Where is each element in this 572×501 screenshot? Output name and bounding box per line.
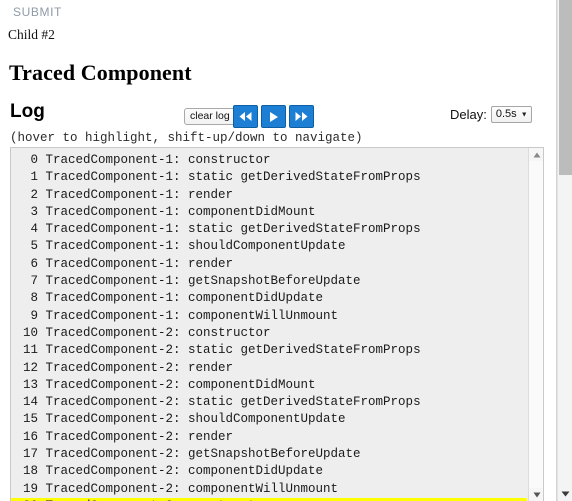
log-line[interactable]: 4 TracedComponent-1: static getDerivedSt…	[11, 221, 527, 238]
play-icon	[267, 111, 280, 123]
delay-value: 0.5s	[495, 108, 517, 120]
page-scrollbar[interactable]	[557, 0, 572, 501]
page-title: Traced Component	[9, 60, 192, 85]
log-line[interactable]: 16 TracedComponent-2: render	[11, 429, 527, 446]
log-line[interactable]: 13 TracedComponent-2: componentDidMount	[11, 377, 527, 394]
log-line[interactable]: 17 TracedComponent-2: getSnapshotBeforeU…	[11, 446, 527, 463]
log-line[interactable]: 2 TracedComponent-1: render	[11, 187, 527, 204]
log-line[interactable]: 1 TracedComponent-1: static getDerivedSt…	[11, 169, 527, 186]
log-line[interactable]: 19 TracedComponent-2: componentWillUnmou…	[11, 481, 527, 498]
log-line[interactable]: 12 TracedComponent-2: render	[11, 360, 527, 377]
rewind-icon	[238, 111, 253, 122]
log-line[interactable]: 18 TracedComponent-2: componentDidUpdate	[11, 463, 527, 480]
page-scrollbar-thumb[interactable]	[559, 0, 572, 175]
rewind-button[interactable]	[233, 105, 258, 128]
log-line[interactable]: 5 TracedComponent-1: shouldComponentUpda…	[11, 238, 527, 255]
scroll-down-icon[interactable]	[529, 488, 543, 501]
log-line[interactable]: 14 TracedComponent-2: static getDerivedS…	[11, 394, 527, 411]
log-line[interactable]: 3 TracedComponent-1: componentDidMount	[11, 204, 527, 221]
hover-hint-text: (hover to highlight, shift-up/down to na…	[10, 131, 363, 145]
log-scrollbar-track[interactable]	[529, 161, 543, 488]
log-line[interactable]: 0 TracedComponent-1: constructor	[11, 152, 527, 169]
log-panel: 0 TracedComponent-1: constructor 1 Trace…	[10, 147, 544, 501]
log-line[interactable]: 10 TracedComponent-2: constructor	[11, 325, 527, 342]
clear-log-button[interactable]: clear log	[184, 108, 236, 125]
log-line[interactable]: 15 TracedComponent-2: shouldComponentUpd…	[11, 411, 527, 428]
child-label: Child #2	[8, 27, 55, 42]
log-heading: Log	[10, 101, 45, 122]
log-scrollbar[interactable]	[528, 148, 543, 501]
log-list: 0 TracedComponent-1: constructor 1 Trace…	[11, 148, 527, 501]
scroll-up-icon[interactable]	[529, 148, 543, 161]
log-line[interactable]: 9 TracedComponent-1: componentWillUnmoun…	[11, 308, 527, 325]
play-button[interactable]	[261, 105, 286, 128]
chevron-down-icon: ▼	[520, 111, 528, 118]
page-viewport: SUBMIT Child #2 Traced Component Log cle…	[0, 0, 557, 501]
log-line[interactable]: 8 TracedComponent-1: componentDidUpdate	[11, 290, 527, 307]
delay-select[interactable]: 0.5s ▼	[490, 106, 532, 123]
submit-button[interactable]: SUBMIT	[13, 5, 62, 19]
page-scroll-down-icon[interactable]	[558, 487, 572, 501]
log-line[interactable]: 7 TracedComponent-1: getSnapshotBeforeUp…	[11, 273, 527, 290]
log-line[interactable]: 6 TracedComponent-1: render	[11, 256, 527, 273]
fast-forward-icon	[294, 111, 309, 122]
delay-control: Delay: 0.5s ▼	[450, 106, 532, 123]
log-line[interactable]: 11 TracedComponent-2: static getDerivedS…	[11, 342, 527, 359]
fast-forward-button[interactable]	[289, 105, 314, 128]
delay-label: Delay:	[450, 107, 487, 122]
